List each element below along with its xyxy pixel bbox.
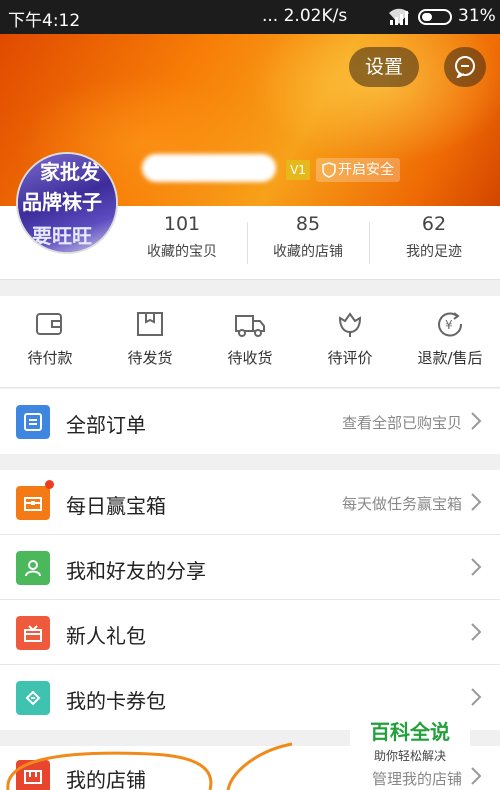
watermark-logo: 百科全说 助你轻松解决 — [350, 712, 470, 763]
row-title: 每日赢宝箱 — [66, 494, 166, 518]
chevron-right-icon — [471, 493, 482, 511]
avatar[interactable]: 家批发 品牌袜子 要旺旺 — [16, 152, 118, 254]
divider — [369, 222, 370, 264]
tab-pending-payment[interactable]: 待付款 — [0, 296, 100, 388]
order-status-bar: 待付款 待发货 待收货 待评价 ¥ 退款/售后 — [0, 296, 500, 388]
watermark-subtitle: 助你轻松解决 — [373, 749, 446, 763]
friends-share-row[interactable]: 我和好友的分享 — [0, 535, 500, 600]
row-title: 新人礼包 — [66, 624, 146, 648]
row-title: 全部订单 — [66, 413, 146, 437]
truck-icon — [235, 315, 265, 337]
avatar-text: 品牌袜子 — [22, 190, 102, 214]
tab-pending-receipt[interactable]: 待收货 — [200, 296, 300, 388]
watermark-title: 百科全说 — [370, 720, 450, 744]
tab-pending-review[interactable]: 待评价 — [300, 296, 400, 388]
chevron-right-icon — [471, 623, 482, 641]
stat-favorite-shops[interactable]: 85 收藏的店铺 — [254, 206, 362, 280]
status-time: 下午4:12 — [8, 11, 81, 31]
vip-level-badge: V1 — [286, 160, 310, 180]
svg-text:¥: ¥ — [445, 318, 453, 332]
message-button[interactable] — [444, 47, 486, 87]
tab-refund-aftersale[interactable]: ¥ 退款/售后 — [400, 296, 500, 388]
menu-section: 每日赢宝箱 每天做任务赢宝箱 我和好友的分享 新人礼包 我的卡券包 — [0, 470, 500, 730]
cell-signal-icon — [390, 11, 408, 25]
avatar-text: 家批发 — [40, 160, 100, 184]
list-icon — [16, 405, 50, 439]
stat-label: 收藏的宝贝 — [147, 244, 217, 260]
row-title: 我和好友的分享 — [66, 559, 206, 583]
avatar-text: 要旺旺 — [32, 224, 92, 248]
stat-label: 我的足迹 — [406, 244, 462, 260]
stat-value: 101 — [163, 213, 201, 235]
row-hint: 每天做任务赢宝箱 — [341, 495, 462, 513]
chevron-right-icon — [471, 688, 482, 706]
daily-treasure-row[interactable]: 每日赢宝箱 每天做任务赢宝箱 — [0, 470, 500, 535]
tab-label: 待付款 — [27, 349, 73, 367]
row-title: 我的卡券包 — [66, 689, 166, 713]
tab-pending-shipment[interactable]: 待发货 — [100, 296, 200, 388]
chat-bubble-icon — [455, 56, 475, 78]
security-label: 开启安全 — [338, 162, 394, 178]
package-icon — [137, 312, 163, 336]
shop-icon — [16, 760, 50, 790]
stat-footprints[interactable]: 62 我的足迹 — [378, 206, 490, 280]
flower-icon — [338, 312, 362, 337]
tab-label: 待评价 — [327, 349, 373, 367]
newcomer-gift-row[interactable]: 新人礼包 — [0, 600, 500, 665]
chevron-right-icon — [471, 767, 482, 785]
row-hint: 查看全部已购宝贝 — [341, 414, 462, 432]
tab-label: 待发货 — [127, 349, 173, 367]
treasure-box-icon — [16, 486, 50, 520]
notification-dot — [45, 480, 54, 489]
tab-label: 退款/售后 — [417, 349, 483, 367]
chevron-right-icon — [471, 412, 482, 430]
stat-label: 收藏的店铺 — [273, 244, 343, 260]
friends-icon — [16, 551, 50, 585]
chevron-right-icon — [471, 558, 482, 576]
tab-label: 待收货 — [227, 349, 273, 367]
gift-icon — [16, 616, 50, 650]
network-speed: ... 2.02K/s — [262, 6, 348, 26]
stat-value: 62 — [421, 213, 447, 235]
battery-icon — [418, 9, 452, 25]
shield-icon — [322, 162, 336, 178]
status-bar: 下午4:12 ... 2.02K/s 31% — [0, 0, 500, 34]
divider — [247, 222, 248, 264]
refund-icon: ¥ — [438, 312, 463, 337]
stat-value: 85 — [295, 213, 321, 235]
stat-favorite-items[interactable]: 101 收藏的宝贝 — [128, 206, 236, 280]
row-title: 我的店铺 — [66, 768, 146, 790]
coupon-icon — [16, 681, 50, 715]
username-redacted — [142, 154, 276, 182]
enable-security-button[interactable]: 开启安全 — [316, 158, 400, 182]
settings-button[interactable]: 设置 — [349, 47, 419, 87]
wallet-icon — [36, 313, 62, 335]
all-orders-row[interactable]: 全部订单 查看全部已购宝贝 — [0, 389, 500, 454]
all-orders-section: 全部订单 查看全部已购宝贝 — [0, 389, 500, 454]
battery-percent: 31% — [458, 6, 496, 26]
row-hint: 管理我的店铺 — [371, 770, 462, 788]
